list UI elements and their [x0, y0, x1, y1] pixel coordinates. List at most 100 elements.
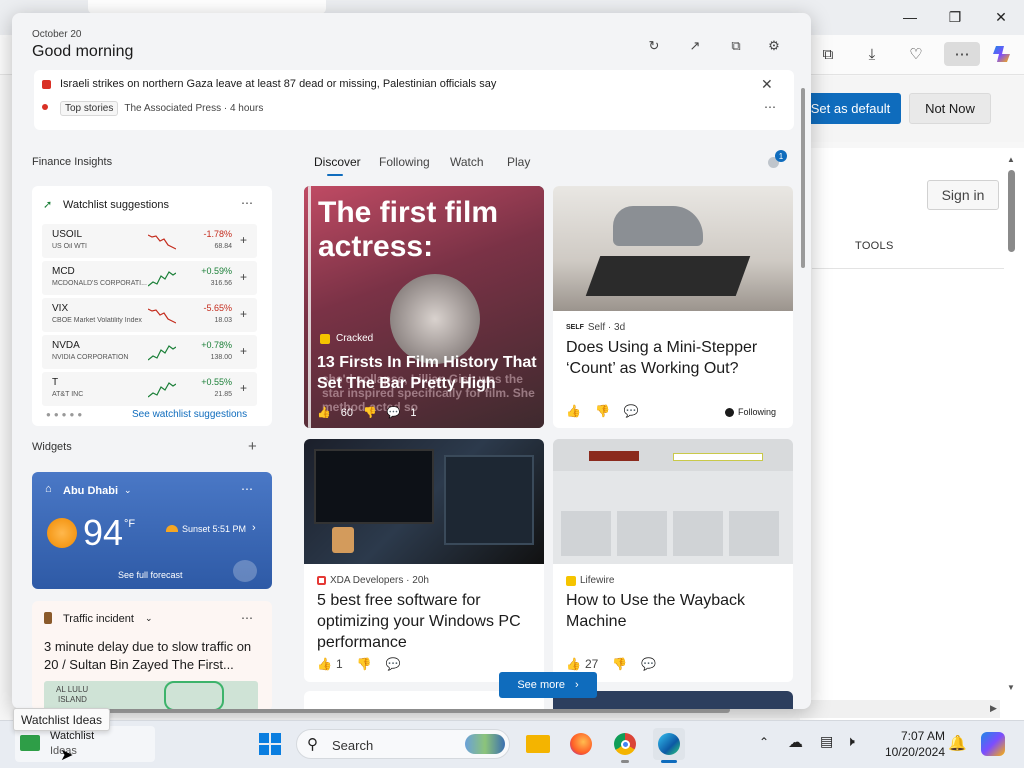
stock-symbol: VIX — [52, 303, 69, 314]
cloud-icon[interactable]: ☁ — [788, 733, 803, 751]
traffic-map[interactable]: AL LULU ISLAND — [44, 681, 258, 709]
dislike-icon[interactable]: 👎 — [612, 657, 627, 671]
watchlist-row[interactable]: MCD MCDONALD'S CORPORATI... +0.59% 316.56 + — [42, 261, 257, 295]
scroll-right-icon[interactable]: ▶ — [990, 703, 997, 714]
panel-scroll-thumb[interactable] — [801, 88, 805, 268]
dislike-icon[interactable]: 👎 — [363, 406, 377, 419]
comment-icon[interactable]: 💬 — [641, 657, 656, 671]
news-title[interactable]: 13 Firsts In Film History That Set The B… — [317, 352, 537, 394]
taskbar-search-box[interactable]: ⚲ Search — [296, 729, 510, 759]
weather-card[interactable]: ⌂ Abu Dhabi ⌄ ⋯ 94 °F Sunset 5:51 PM › S… — [32, 472, 272, 589]
close-window-icon[interactable]: ✕ — [986, 6, 1016, 28]
see-more-button[interactable]: See more › — [499, 672, 597, 698]
tools-tab[interactable]: TOOLS — [855, 240, 894, 252]
dismiss-close-icon[interactable]: ✕ — [761, 76, 773, 93]
comment-icon[interactable]: 💬 — [387, 406, 401, 419]
restore-icon[interactable]: ❐ — [940, 6, 970, 28]
chrome-icon[interactable] — [609, 728, 641, 760]
tab-discover[interactable]: Discover — [314, 155, 361, 169]
network-icon[interactable]: ▤ — [820, 733, 833, 750]
news-card[interactable]: SELF Self · 3d Does Using a Mini-Stepper… — [553, 186, 793, 428]
scroll-up-icon[interactable]: ▲ — [1007, 155, 1015, 164]
stock-name: NVIDIA CORPORATION — [52, 354, 129, 361]
add-to-watchlist-icon[interactable]: + — [240, 381, 247, 395]
sign-in-button[interactable]: Sign in — [927, 180, 999, 210]
expand-icon[interactable]: ↗ — [684, 36, 706, 56]
traffic-title[interactable]: Traffic incident — [63, 613, 134, 625]
clock-time[interactable]: 7:07 AM — [879, 729, 945, 743]
watchlist-row[interactable]: T AT&T INC +0.55% 21.85 + — [42, 372, 257, 406]
volume-icon[interactable]: 🕨 — [846, 733, 855, 750]
set-as-default-button[interactable]: Set as default — [800, 93, 901, 124]
file-explorer-icon[interactable] — [522, 728, 554, 760]
chevron-right-icon[interactable]: › — [252, 522, 256, 534]
chevron-down-icon[interactable]: ⌄ — [124, 485, 132, 496]
dislike-icon[interactable]: 👎 — [595, 404, 610, 418]
see-full-forecast-link[interactable]: See full forecast — [118, 570, 183, 580]
download-icon[interactable]: ⤓ — [858, 42, 886, 66]
add-to-watchlist-icon[interactable]: + — [240, 270, 247, 284]
sparkline-chart — [148, 382, 176, 398]
traffic-card[interactable]: Traffic incident ⌄ ⋯ 3 minute delay due … — [32, 601, 272, 709]
pin-icon[interactable]: ⧉ — [725, 36, 747, 56]
comment-icon[interactable]: 💬 — [386, 657, 401, 671]
not-now-button[interactable]: Not Now — [909, 93, 991, 124]
watchlist-row[interactable]: VIX CBOE Market Volatility Index -5.65% 18.… — [42, 298, 257, 332]
news-title[interactable]: 5 best free software for optimizing your… — [317, 590, 532, 653]
pagination-dots[interactable]: ●●●●● — [46, 410, 85, 419]
vertical-scroll-thumb[interactable] — [1008, 170, 1015, 252]
browser-health-icon[interactable]: ♡ — [902, 42, 930, 66]
add-to-watchlist-icon[interactable]: + — [240, 233, 247, 247]
like-icon[interactable]: 👍 — [566, 657, 581, 671]
settings-gear-icon[interactable]: ⚙ — [763, 36, 785, 56]
news-card[interactable]: XDA Developers · 20h 5 best free softwar… — [304, 439, 544, 682]
chevron-down-icon[interactable]: ⌄ — [145, 613, 153, 624]
headline-text[interactable]: Israeli strikes on northern Gaza leave a… — [60, 78, 496, 90]
like-icon[interactable]: 👍 — [566, 404, 581, 418]
scroll-down-icon[interactable]: ▼ — [1007, 683, 1015, 692]
firefox-icon[interactable] — [565, 728, 597, 760]
taskbar-widgets-button[interactable]: Watchlist Ideas — [15, 726, 155, 762]
tab-watch[interactable]: Watch — [450, 155, 484, 169]
sunset-icon — [166, 525, 178, 532]
comment-icon[interactable]: 💬 — [624, 404, 639, 418]
news-title[interactable]: Does Using a Mini-Stepper ‘Count’ as Wor… — [566, 337, 781, 379]
like-icon[interactable]: 👍 — [317, 406, 331, 419]
refresh-icon[interactable]: ↻ — [643, 36, 665, 56]
greeting: Good morning — [32, 43, 134, 60]
more-options-icon[interactable]: ⋯ — [944, 42, 980, 66]
add-widget-icon[interactable]: + — [248, 438, 257, 455]
weather-city[interactable]: Abu Dhabi — [63, 485, 118, 497]
minimize-icon[interactable]: — — [895, 6, 925, 28]
watchlist-more-icon[interactable]: ⋯ — [241, 196, 253, 210]
copilot-icon[interactable] — [988, 42, 1016, 66]
headline-more-icon[interactable]: ⋯ — [764, 100, 776, 114]
profile-avatar-icon[interactable]: 1 — [765, 150, 787, 173]
top-story-card[interactable]: Israeli strikes on northern Gaza leave a… — [34, 70, 794, 130]
chevron-up-icon[interactable]: ⌃ — [759, 735, 769, 749]
watchlist-row[interactable]: NVDA NVIDIA CORPORATION +0.78% 138.00 + — [42, 335, 257, 369]
watchlist-row[interactable]: USOIL US Oil WTI -1.78% 68.84 + — [42, 224, 257, 258]
notification-bell-icon[interactable]: 🔔 — [948, 734, 967, 752]
weather-more-icon[interactable]: ⋯ — [241, 482, 253, 496]
tab-following[interactable]: Following — [379, 155, 430, 169]
edge-icon[interactable] — [653, 728, 685, 760]
like-icon[interactable]: 👍 — [317, 657, 332, 671]
windows-start-icon[interactable] — [254, 728, 286, 760]
top-stories-tag[interactable]: Top stories — [60, 101, 119, 116]
news-title[interactable]: How to Use the Wayback Machine — [566, 590, 781, 632]
news-card[interactable]: The first film actress: she'd collapse, … — [304, 186, 544, 428]
clock-date[interactable]: 10/20/2024 — [875, 745, 945, 759]
add-to-watchlist-icon[interactable]: + — [240, 344, 247, 358]
browser-tab[interactable] — [88, 0, 326, 14]
traffic-more-icon[interactable]: ⋯ — [241, 611, 253, 625]
see-watchlist-link[interactable]: See watchlist suggestions — [132, 409, 247, 420]
dislike-icon[interactable]: 👎 — [357, 657, 372, 671]
copilot-taskbar-icon[interactable] — [977, 728, 1009, 760]
following-label[interactable]: Following — [738, 407, 776, 417]
add-to-watchlist-icon[interactable]: + — [240, 307, 247, 321]
news-card[interactable]: Lifewire How to Use the Wayback Machine … — [553, 439, 793, 682]
sunset-time[interactable]: Sunset 5:51 PM — [182, 524, 246, 534]
tab-play[interactable]: Play — [507, 155, 530, 169]
collections-icon[interactable]: ⧉ — [814, 42, 842, 66]
